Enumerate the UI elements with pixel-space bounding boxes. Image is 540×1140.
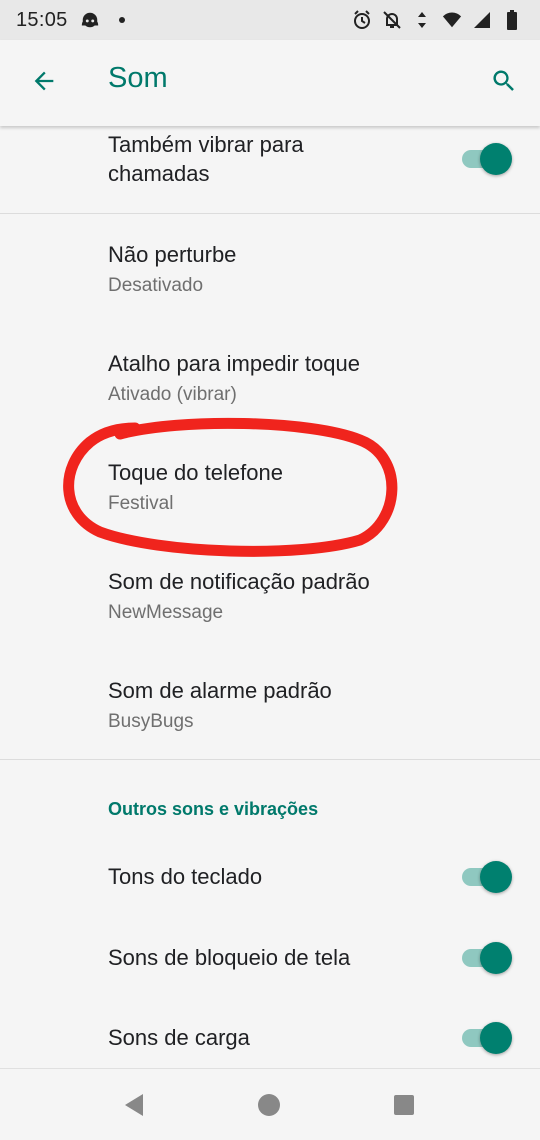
android-head-icon bbox=[80, 10, 100, 30]
nav-home-button[interactable] bbox=[251, 1089, 287, 1125]
other-sounds-header: Outros sons e vibrações bbox=[108, 799, 319, 819]
divider bbox=[0, 759, 540, 760]
nav-back-triangle-icon bbox=[121, 1092, 147, 1123]
charging-sounds-setting[interactable]: Sons de carga bbox=[0, 998, 540, 1068]
wifi-icon bbox=[442, 10, 462, 30]
signal-icon bbox=[472, 10, 492, 30]
alarm-icon bbox=[352, 10, 372, 30]
navigation-bar bbox=[0, 1068, 540, 1140]
toggle-thumb bbox=[480, 143, 512, 175]
back-button[interactable] bbox=[22, 61, 66, 105]
nav-recents-square-icon bbox=[392, 1093, 416, 1122]
vibrate-calls-title-line1: Também vibrar para bbox=[108, 132, 304, 157]
ring-shortcut-title: Atalho para impedir toque bbox=[108, 351, 360, 376]
status-time: 15:05 bbox=[16, 8, 68, 31]
ring-shortcut-setting[interactable]: Atalho para impedir toque Ativado (vibra… bbox=[0, 323, 540, 432]
toggle-thumb bbox=[480, 942, 512, 974]
notifications-off-icon bbox=[382, 10, 402, 30]
ringtone-subtitle: Festival bbox=[108, 493, 174, 514]
alarm-sound-setting[interactable]: Som de alarme padrão BusyBugs bbox=[0, 650, 540, 759]
arrow-left-icon bbox=[30, 67, 58, 100]
battery-icon bbox=[502, 10, 522, 30]
charging-sounds-toggle[interactable] bbox=[462, 1019, 512, 1055]
alarm-sound-subtitle: BusyBugs bbox=[108, 711, 194, 732]
notification-sound-title: Som de notificação padrão bbox=[108, 569, 370, 594]
vibrate-calls-setting[interactable]: Também vibrar para chamadas bbox=[0, 126, 540, 213]
app-bar: Som bbox=[0, 40, 540, 126]
keyboard-tones-toggle[interactable] bbox=[462, 858, 512, 894]
ring-shortcut-subtitle: Ativado (vibrar) bbox=[108, 384, 237, 405]
ringtone-setting[interactable]: Toque do telefone Festival bbox=[0, 432, 540, 541]
alarm-sound-title: Som de alarme padrão bbox=[108, 678, 332, 703]
nav-home-circle-icon bbox=[256, 1092, 282, 1123]
keyboard-tones-title: Tons do teclado bbox=[108, 864, 263, 889]
screen-lock-sounds-title: Sons de bloqueio de tela bbox=[108, 945, 351, 970]
dnd-title: Não perturbe bbox=[108, 242, 237, 267]
dnd-subtitle: Desativado bbox=[108, 275, 204, 296]
status-bar: 15:05 bbox=[0, 0, 540, 40]
data-arrows-icon bbox=[412, 10, 432, 30]
do-not-disturb-setting[interactable]: Não perturbe Desativado bbox=[0, 214, 540, 323]
notification-sound-setting[interactable]: Som de notificação padrão NewMessage bbox=[0, 541, 540, 650]
vibrate-calls-toggle[interactable] bbox=[462, 140, 512, 176]
ringtone-title: Toque do telefone bbox=[108, 460, 283, 485]
keyboard-tones-setting[interactable]: Tons do teclado bbox=[0, 836, 540, 917]
dot-icon bbox=[112, 10, 132, 30]
charging-sounds-title: Sons de carga bbox=[108, 1025, 250, 1050]
nav-recents-button[interactable] bbox=[386, 1089, 422, 1125]
screen-lock-sounds-toggle[interactable] bbox=[462, 939, 512, 975]
settings-list: Também vibrar para chamadas Não perturbe… bbox=[0, 126, 540, 1068]
vibrate-calls-title-line2: chamadas bbox=[108, 161, 210, 186]
search-icon bbox=[490, 67, 518, 100]
search-button[interactable] bbox=[482, 61, 526, 105]
notification-sound-subtitle: NewMessage bbox=[108, 602, 224, 623]
toggle-thumb bbox=[480, 1022, 512, 1054]
page-title: Som bbox=[108, 62, 168, 94]
toggle-thumb bbox=[480, 861, 512, 893]
screen-lock-sounds-setting[interactable]: Sons de bloqueio de tela bbox=[0, 917, 540, 998]
nav-back-button[interactable] bbox=[116, 1089, 152, 1125]
